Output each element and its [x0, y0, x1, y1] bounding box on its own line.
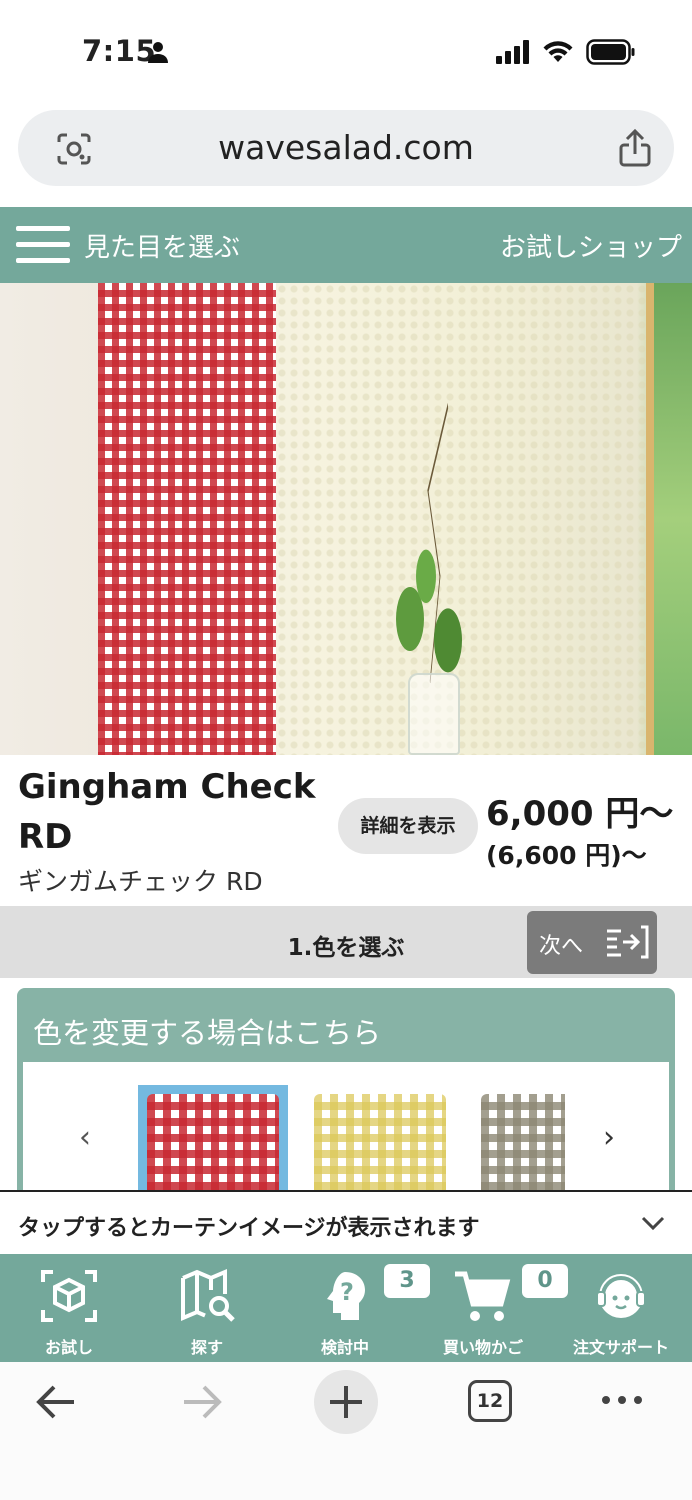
carousel-next-arrow[interactable]: › [603, 1120, 615, 1155]
price: 6,000 円〜 [486, 794, 674, 834]
swatch-gray-gingham[interactable] [481, 1094, 565, 1198]
gingham-curtain-image [98, 283, 276, 755]
vase-image [408, 673, 460, 755]
banner-text: タップするとカーテンイメージが表示されます [18, 1216, 480, 1241]
signal-icon [496, 40, 529, 64]
hamburger-menu-icon[interactable] [16, 226, 70, 266]
nav-label: お試し [44, 1338, 93, 1357]
share-icon[interactable] [618, 128, 652, 168]
url-text[interactable]: wavesalad.com [18, 128, 674, 167]
next-label: 次へ [539, 934, 584, 959]
show-details-button[interactable]: 詳細を表示 [338, 798, 478, 854]
window-image [646, 283, 692, 755]
price-with-tax: (6,600 円)〜 [486, 841, 647, 870]
nav-item-considering[interactable]: ? 3 検討中 [276, 1254, 430, 1362]
back-arrow-icon[interactable] [34, 1382, 78, 1422]
new-tab-button[interactable] [314, 1370, 378, 1434]
nav-label: 検討中 [320, 1338, 369, 1357]
nav-item-trial[interactable]: お試し [0, 1254, 138, 1362]
step-bar: 1.色を選ぶ 次へ [0, 906, 692, 978]
wifi-icon [543, 41, 573, 62]
nav-item-support[interactable]: 注文サポート [552, 1254, 690, 1362]
address-bar[interactable]: wavesalad.com [18, 110, 674, 186]
curtain-preview-banner[interactable]: タップするとカーテンイメージが表示されます [0, 1190, 692, 1254]
nav-label: 買い物かご [442, 1338, 523, 1357]
trial-shop-link[interactable]: お試しショップ [500, 227, 682, 264]
person-icon [148, 42, 168, 63]
site-header: 見た目を選ぶ お試しショップ [0, 207, 692, 283]
next-step-icon [607, 925, 649, 959]
nav-label: 注文サポート [572, 1338, 669, 1357]
nav-label: 探す [190, 1338, 223, 1357]
support-icon [596, 1274, 646, 1318]
forward-arrow-icon[interactable] [180, 1382, 224, 1422]
next-button[interactable]: 次へ [527, 911, 657, 974]
color-selection-panel: 色を変更する場合はこちら ‹ › [17, 988, 675, 1199]
color-panel-title: 色を変更する場合はこちら [33, 1016, 382, 1050]
swatch-red-gingham[interactable] [147, 1094, 279, 1198]
bottom-nav: お試し 探す ? 3 検討中 0 買い物かご 注文サポート [0, 1254, 692, 1362]
product-name: Gingham Check RD [18, 767, 316, 857]
plus-icon [330, 1386, 362, 1418]
cart-icon [455, 1271, 511, 1321]
map-search-icon [181, 1268, 235, 1322]
browser-toolbar: 12 [0, 1362, 692, 1500]
nav-item-cart[interactable]: 0 買い物かご [414, 1254, 568, 1362]
nav-item-search[interactable]: 探す [138, 1254, 276, 1362]
swatch-carousel: ‹ › [23, 1062, 669, 1199]
cube-icon [41, 1270, 97, 1322]
swatch-yellow-gingham[interactable] [314, 1094, 446, 1198]
carousel-prev-arrow[interactable]: ‹ [79, 1120, 91, 1155]
plant-image [396, 402, 462, 683]
svg-text:?: ? [340, 1278, 354, 1306]
battery-icon [586, 39, 635, 65]
tab-count-button[interactable]: 12 [468, 1380, 512, 1422]
status-bar: 7:15 [0, 0, 692, 100]
question-head-icon: ? [327, 1272, 365, 1320]
more-icon[interactable] [600, 1390, 644, 1410]
product-image [0, 283, 692, 755]
product-subname: ギンガムチェック RD [18, 867, 263, 896]
menu-label[interactable]: 見た目を選ぶ [84, 227, 240, 264]
chevron-down-icon[interactable] [640, 1214, 666, 1232]
